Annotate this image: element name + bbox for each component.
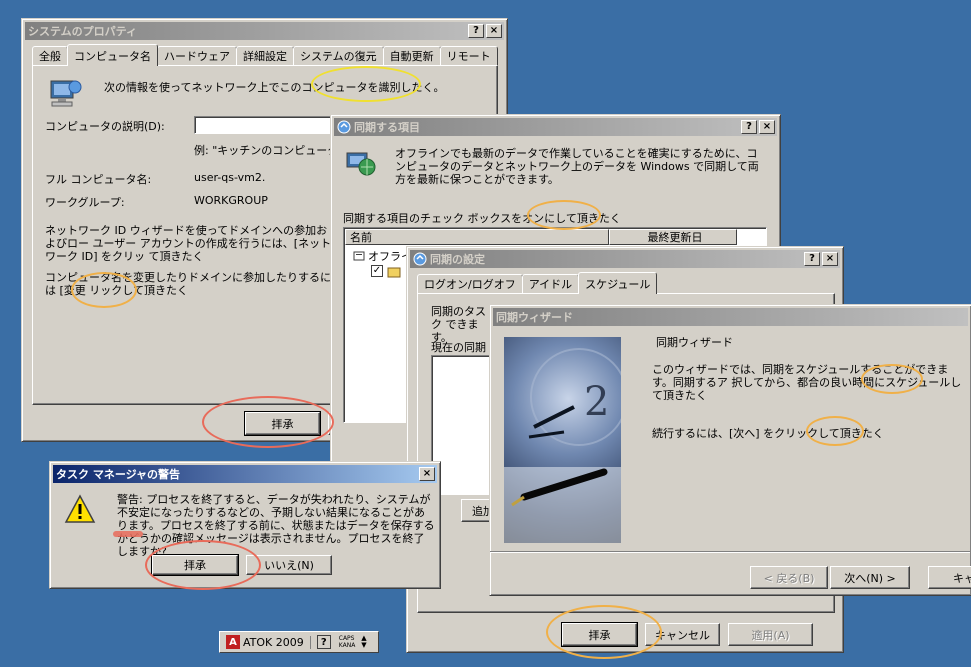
back-button[interactable]: < 戻る(B) bbox=[750, 566, 828, 589]
tab-auto-update[interactable]: 自動更新 bbox=[382, 46, 441, 65]
tab-schedule[interactable]: スケジュール bbox=[578, 272, 658, 294]
network-id-text: ネットワーク ID ウィザードを使ってドメインへの参加およびロー ユーザー アカ… bbox=[45, 224, 332, 263]
wizard-continue-text: 続行するには、[次へ] をクリックして頂きたく bbox=[652, 427, 884, 440]
sync-wizard-window: 同期ウィザード 2 同期ウィザード このウィザードでは、同期をスケジュールするこ… bbox=[489, 304, 971, 596]
ok-button[interactable]: 拝承 bbox=[561, 622, 638, 647]
column-header-last-updated[interactable]: 最終更新日 bbox=[609, 229, 737, 245]
close-button[interactable]: × bbox=[486, 24, 502, 38]
caps-label: CAPS bbox=[338, 635, 355, 642]
computer-description-input[interactable] bbox=[194, 116, 344, 134]
task-manager-warning-window: タスク マネージャの警告 × 警告: プロセスを終了すると、データが失われたり、… bbox=[49, 461, 441, 589]
check-items-text: 同期する項目のチェック ボックスをオンにして頂きたく bbox=[343, 212, 621, 225]
ime-name[interactable]: ATOK 2009 bbox=[243, 635, 311, 649]
tab-advanced[interactable]: 詳細設定 bbox=[236, 46, 294, 65]
fullname-value: user-qs-vm2. bbox=[194, 171, 266, 184]
caps-kana-indicator: CAPS KANA bbox=[339, 635, 356, 649]
list-item-checkbox[interactable]: ✓ bbox=[371, 265, 383, 277]
help-button[interactable]: ? bbox=[468, 24, 484, 38]
sync-wizard-titlebar[interactable]: 同期ウィザード bbox=[493, 308, 968, 326]
window-title: 同期ウィザード bbox=[496, 311, 573, 324]
workgroup-label: ワークグループ: bbox=[45, 196, 125, 209]
fullname-label: フル コンピュータ名: bbox=[45, 173, 152, 186]
task-manager-titlebar[interactable]: タスク マネージャの警告 × bbox=[53, 465, 437, 483]
description-label: コンピュータの説明(D): bbox=[45, 120, 165, 133]
ime-toolbar: A ATOK 2009 ? CAPS KANA ▲ ▼ bbox=[219, 631, 379, 653]
cancel-button[interactable]: キャ bbox=[928, 566, 971, 589]
sync-icon bbox=[413, 252, 427, 266]
tab-remote[interactable]: リモート bbox=[439, 46, 498, 65]
intro-text: 次の情報を使ってネットワーク上でこのコンピュータを識別したく。 bbox=[104, 81, 445, 94]
close-button[interactable]: × bbox=[822, 252, 838, 266]
no-button[interactable]: いいえ(N) bbox=[246, 555, 332, 575]
current-sync-label: 現在の同期 bbox=[431, 341, 486, 354]
column-header-name[interactable]: 名前 bbox=[345, 229, 609, 245]
sync-settings-titlebar[interactable]: 同期の設定 ? × bbox=[410, 250, 840, 268]
close-button[interactable]: × bbox=[759, 120, 775, 134]
sync-icon bbox=[337, 120, 351, 134]
folder-icon bbox=[387, 267, 401, 278]
warning-text: 警告: プロセスを終了すると、データが失われたり、システムが不安定になったりする… bbox=[117, 493, 435, 558]
list-item[interactable]: オフライ bbox=[353, 248, 412, 264]
tab-logon-logoff[interactable]: ログオン/ログオフ bbox=[417, 274, 523, 293]
cancel-button[interactable]: キャンセル bbox=[645, 623, 720, 646]
tab-system-restore[interactable]: システムの復元 bbox=[293, 46, 384, 65]
yes-button[interactable]: 拝承 bbox=[151, 554, 239, 576]
computer-icon bbox=[50, 80, 82, 107]
ok-button[interactable]: 拝承 bbox=[244, 411, 321, 436]
wizard-heading: 同期ウィザード bbox=[656, 336, 733, 349]
wizard-banner-image: 2 bbox=[504, 337, 621, 543]
svg-text:2: 2 bbox=[584, 379, 609, 425]
tab-computer-name[interactable]: コンピュータ名 bbox=[67, 44, 158, 66]
window-title: タスク マネージャの警告 bbox=[56, 468, 181, 481]
offline-files-icon bbox=[353, 251, 365, 261]
window-title: 同期の設定 bbox=[430, 253, 485, 266]
tab-idle[interactable]: アイドル bbox=[521, 274, 580, 293]
annotation-underline bbox=[113, 531, 143, 537]
next-button[interactable]: 次へ(N) > bbox=[830, 566, 910, 589]
wizard-divider bbox=[490, 551, 970, 553]
atok-logo-icon[interactable]: A bbox=[226, 635, 240, 649]
sync-intro-text: オフラインでも最新のデータで作業していることを確実にするために、コンピュータのデ… bbox=[395, 147, 759, 186]
help-button[interactable]: ? bbox=[741, 120, 757, 134]
apply-button[interactable]: 適用(A) bbox=[728, 623, 813, 646]
workgroup-value: WORKGROUP bbox=[194, 194, 268, 207]
tab-strip: ログオン/ログオフ アイドル スケジュール bbox=[417, 272, 658, 294]
sync-items-titlebar[interactable]: 同期する項目 ? × bbox=[334, 118, 777, 136]
tab-strip: 全般 コンピュータ名 ハードウェア 詳細設定 システムの復元 自動更新 リモート bbox=[32, 44, 498, 66]
wizard-description: このウィザードでは、同期をスケジュールすることができます。同期するア 択してから… bbox=[652, 363, 962, 402]
window-title: 同期する項目 bbox=[354, 121, 420, 134]
close-button[interactable]: × bbox=[419, 467, 435, 481]
help-button[interactable]: ? bbox=[804, 252, 820, 266]
rename-text: コンピュータ名を変更したりドメインに参加したりするには [変更 リックして頂きた… bbox=[45, 271, 331, 297]
tab-hardware[interactable]: ハードウェア bbox=[157, 46, 237, 65]
warning-icon bbox=[64, 494, 96, 523]
clock-pen-image: 2 bbox=[504, 348, 621, 543]
expand-arrows-icon[interactable]: ▲ ▼ bbox=[361, 635, 366, 649]
ime-help-icon[interactable]: ? bbox=[316, 635, 331, 649]
tab-general[interactable]: 全般 bbox=[32, 46, 68, 65]
system-properties-titlebar[interactable]: システムのプロパティ ? × bbox=[25, 22, 504, 40]
kana-label: KANA bbox=[338, 642, 356, 649]
window-title: システムのプロパティ bbox=[28, 25, 138, 38]
sync-globe-icon bbox=[346, 152, 376, 176]
